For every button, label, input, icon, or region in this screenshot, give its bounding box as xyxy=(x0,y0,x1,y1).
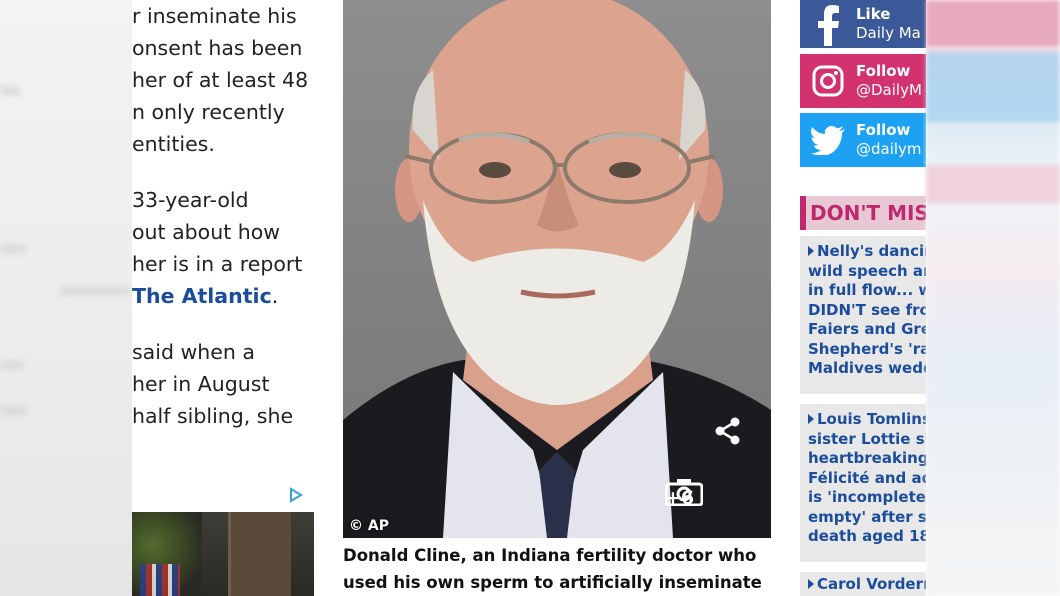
article-body: r inseminate his onsent has been her of … xyxy=(132,0,322,480)
facebook-action: Like xyxy=(856,5,891,23)
facebook-label: Like Daily Ma xyxy=(856,5,921,43)
dont-miss-line: sister Lottie sh xyxy=(808,429,926,448)
facebook-icon xyxy=(800,0,856,48)
facebook-like-button[interactable]: Like Daily Ma xyxy=(800,0,926,48)
ad-flag-shape xyxy=(140,564,180,596)
blur-streak xyxy=(0,360,24,370)
dont-miss-line: Shepherd's 'ra xyxy=(808,339,926,358)
blur-band xyxy=(926,0,1060,46)
caption-line: Donald Cline, an Indiana fertility docto… xyxy=(343,546,757,565)
dont-miss-line: Faiers and Gre xyxy=(808,320,926,338)
photo-credit: © AP xyxy=(349,518,389,534)
gallery-button[interactable]: +6 xyxy=(665,478,761,518)
blur-streak xyxy=(0,244,26,254)
twitter-action: Follow xyxy=(856,121,911,139)
article-line: r inseminate his xyxy=(132,4,297,28)
dont-miss-line: Carol Vorderm xyxy=(808,575,926,595)
article-line: said when a xyxy=(132,340,255,364)
twitter-handle: @dailym xyxy=(856,140,922,158)
article-line: entities. xyxy=(132,132,215,156)
article-line: n only recently xyxy=(132,100,285,124)
article-line: her is in a report xyxy=(132,252,303,276)
left-blurred-margin xyxy=(0,0,132,596)
arrow-right-icon xyxy=(808,414,814,424)
article-line: her of at least 48 xyxy=(132,68,309,92)
caption-line: used his own sperm to artificially insem… xyxy=(343,573,762,592)
dont-miss-item[interactable]: Carol Vorderm xyxy=(800,572,926,596)
instagram-handle: @DailyM xyxy=(856,81,922,99)
dont-miss-line: empty' after sib xyxy=(808,507,926,526)
article-line: out about how xyxy=(132,220,281,244)
instagram-action: Follow xyxy=(856,62,911,80)
blur-band xyxy=(926,165,1060,203)
right-blurred-margin xyxy=(926,0,1060,596)
instagram-follow-button[interactable]: Follow @DailyM xyxy=(800,54,926,108)
photo-caption: Donald Cline, an Indiana fertility docto… xyxy=(343,542,771,596)
source-suffix: . xyxy=(271,284,279,308)
dont-miss-line: is 'incomplete a xyxy=(808,488,926,506)
share-icon xyxy=(715,417,740,445)
portrait-illustration xyxy=(343,0,771,538)
twitter-follow-button[interactable]: Follow @dailym xyxy=(800,113,926,167)
ad-door-shape xyxy=(228,512,291,596)
arrow-right-icon xyxy=(808,246,814,256)
blur-band xyxy=(926,52,1060,122)
dont-miss-line: death aged 18 xyxy=(808,527,926,545)
dont-miss-line: in full flow... w xyxy=(808,281,926,299)
instagram-icon xyxy=(800,54,856,108)
blur-streak xyxy=(60,286,130,296)
article-line: her in August xyxy=(132,372,270,396)
twitter-icon xyxy=(800,113,856,167)
dont-miss-line: wild speech an xyxy=(808,261,926,280)
arrow-right-icon xyxy=(808,579,814,589)
camera-icon xyxy=(665,479,703,506)
instagram-label: Follow @DailyM xyxy=(856,62,922,100)
dont-miss-item[interactable]: Nelly's dancin wild speech an in full fl… xyxy=(800,236,926,394)
facebook-handle: Daily Ma xyxy=(856,24,921,42)
dont-miss-line: DIDN'T see fro xyxy=(808,300,926,319)
blur-streak xyxy=(0,406,26,416)
article-line: onsent has been xyxy=(132,36,303,60)
blur-streak xyxy=(0,86,20,96)
dont-miss-line: Félicité and adi xyxy=(808,468,926,487)
article-line: half sibling, she xyxy=(132,404,294,428)
adchoices-icon[interactable] xyxy=(288,487,304,503)
dont-miss-line: Louis Tomlins xyxy=(808,410,926,430)
dont-miss-heading: DON'T MIS xyxy=(800,196,926,230)
dont-miss-line: heartbreaking xyxy=(808,449,926,467)
twitter-label: Follow @dailym xyxy=(856,121,922,159)
article-line-source: The Atlantic. xyxy=(132,280,322,312)
share-button[interactable] xyxy=(713,416,753,456)
source-link[interactable]: The Atlantic xyxy=(132,284,272,308)
article-photo[interactable]: +6 © AP xyxy=(343,0,771,538)
dont-miss-line: Nelly's dancin xyxy=(808,242,926,262)
article-line: 33-year-old xyxy=(132,188,249,212)
advertisement-image[interactable] xyxy=(132,512,314,596)
dont-miss-item[interactable]: Louis Tomlins sister Lottie sh heartbrea… xyxy=(800,404,926,562)
dont-miss-line: Maldives wedd xyxy=(808,359,926,377)
